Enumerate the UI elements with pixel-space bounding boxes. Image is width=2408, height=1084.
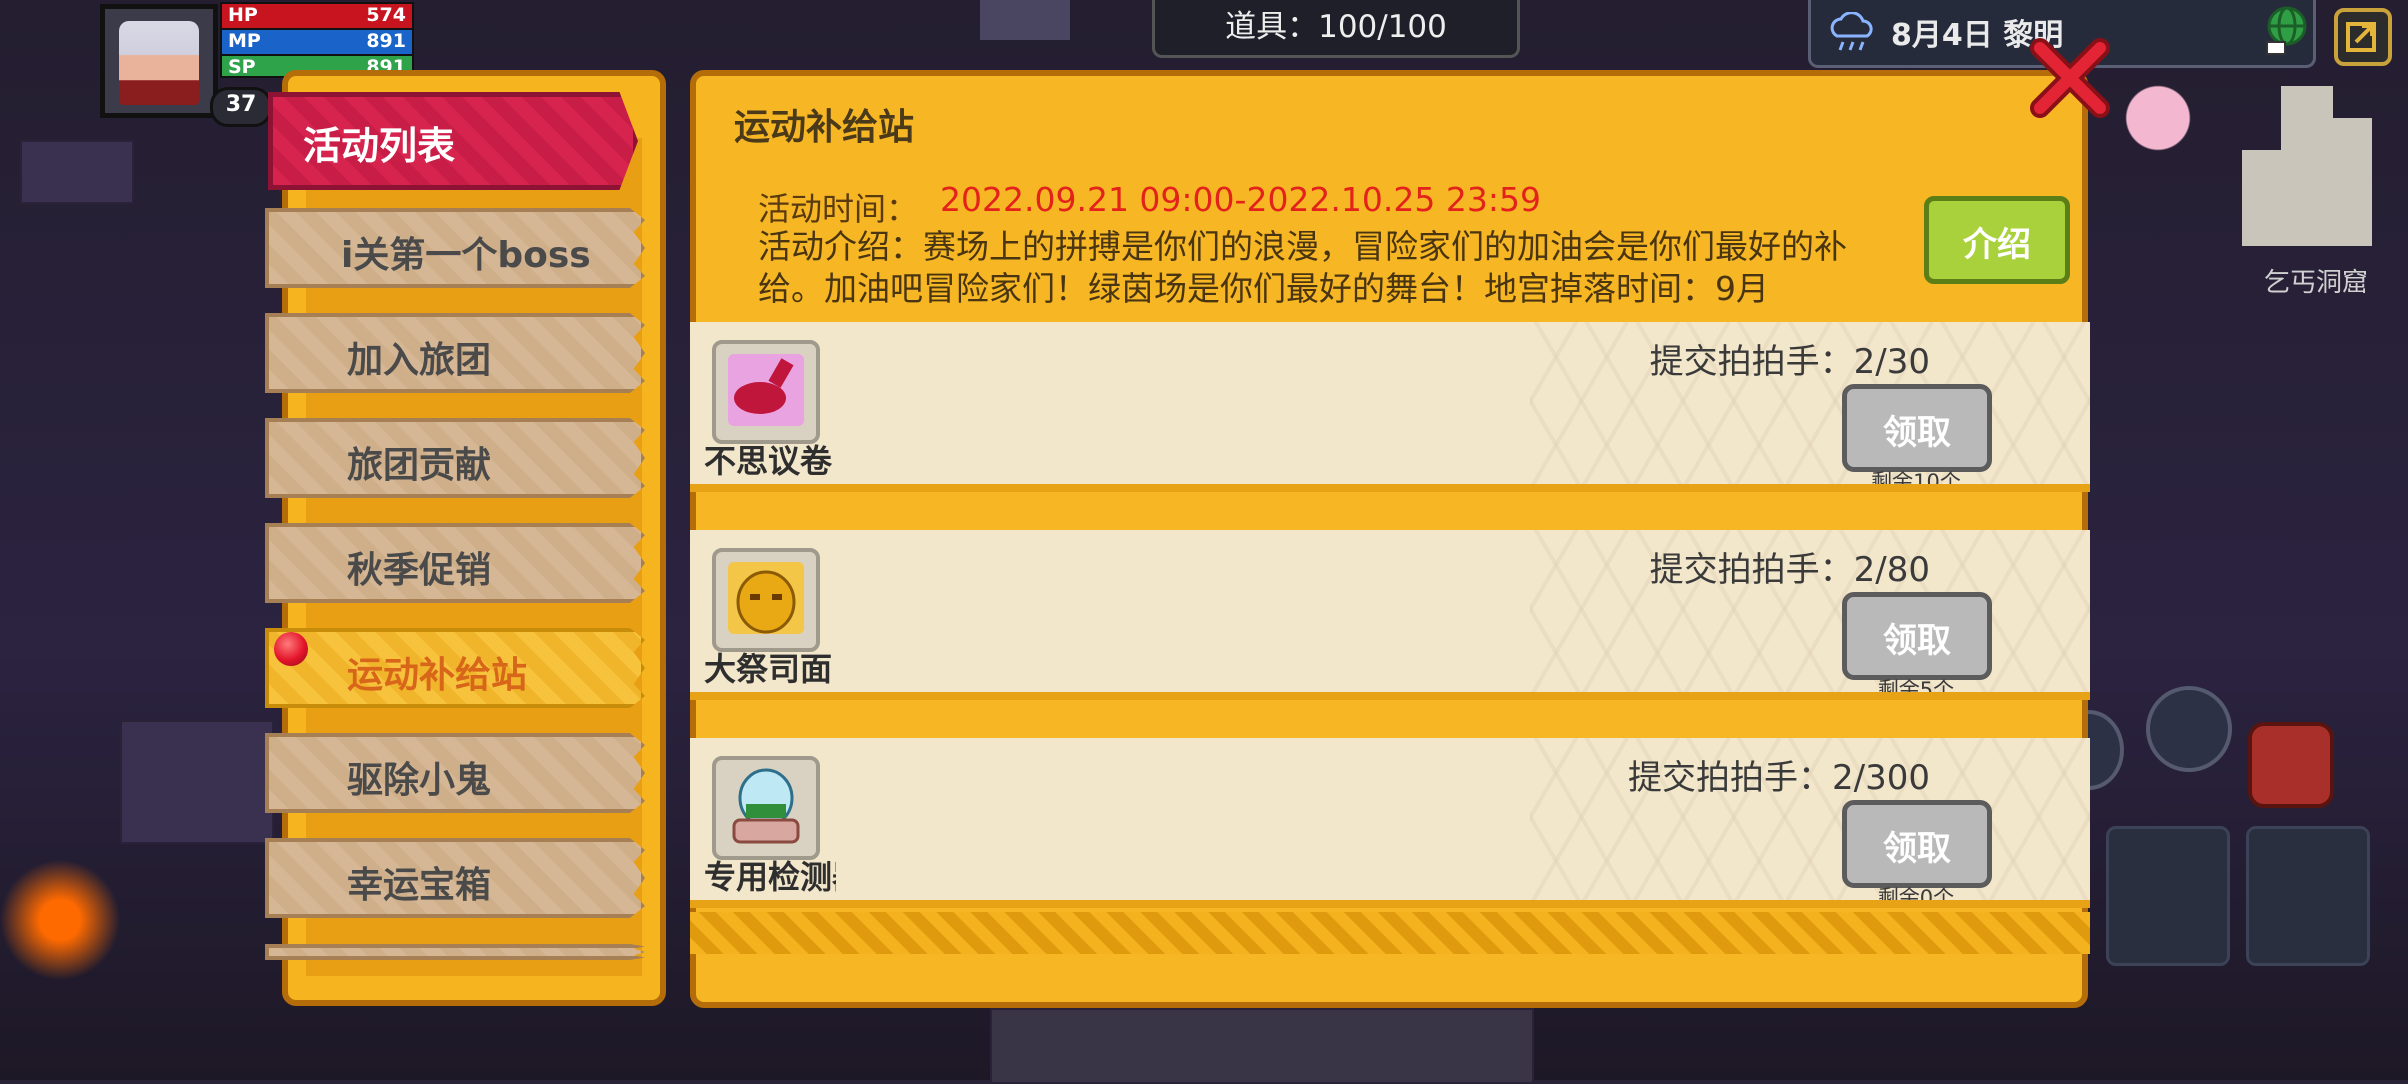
event-title: 运动补给站 bbox=[734, 107, 915, 148]
activity-item-drive-ghosts[interactable]: 驱除小鬼 bbox=[265, 733, 645, 813]
event-description: 活动介绍：赛场上的拼搏是你们的浪漫，冒险家们的加油会是你们最好的补给。加油吧冒险… bbox=[758, 227, 1847, 308]
intro-button-label: 介绍 bbox=[1963, 225, 2031, 265]
activity-item-label: 驱除小鬼 bbox=[347, 760, 492, 801]
activity-list-title: 活动列表 bbox=[268, 92, 638, 190]
rain-cloud-icon bbox=[1830, 12, 1873, 51]
remaining-count: 剩余10个 bbox=[1871, 470, 1961, 492]
minimap-location-label: 乞丐洞窟 bbox=[2264, 268, 2369, 298]
event-time-value: 2022.09.21 09:00-2022.10.25 23:59 bbox=[940, 180, 1541, 219]
activity-item-label: i关第一个boss bbox=[341, 235, 591, 276]
activity-list-title-text: 活动列表 bbox=[303, 124, 456, 168]
mp-bar: MP 891 bbox=[220, 28, 414, 56]
mp-value: 891 bbox=[366, 30, 406, 52]
remaining-count: 剩余5个 bbox=[1877, 678, 1955, 700]
submit-progress: 提交拍拍手：2/300 bbox=[1628, 758, 1930, 798]
player-level-badge: 37 bbox=[210, 87, 272, 127]
activity-item-join-guild[interactable]: 加入旅团 bbox=[265, 313, 645, 393]
reward-item-name: 大祭司面! bbox=[704, 650, 836, 688]
panel-footer-pattern bbox=[690, 912, 2090, 954]
activity-item-partial[interactable] bbox=[265, 944, 645, 960]
claim-button[interactable]: 领取 bbox=[1842, 384, 1992, 472]
exit-icon bbox=[2346, 22, 2376, 52]
reward-row: 不思议卷! 提交拍拍手：2/30 领取 剩余10个 bbox=[690, 322, 2090, 492]
sword-slot-icon[interactable] bbox=[2106, 826, 2230, 966]
detector-icon[interactable] bbox=[712, 756, 820, 860]
scroll-icon[interactable] bbox=[712, 340, 820, 444]
fire-skill-icon[interactable] bbox=[2248, 722, 2334, 808]
floor-tile bbox=[20, 140, 134, 204]
activity-item-label: 秋季促销 bbox=[347, 550, 492, 591]
reward-item-name: 不思议卷! bbox=[704, 442, 836, 480]
mp-label: MP bbox=[228, 30, 261, 52]
npc-character[interactable] bbox=[2110, 74, 2206, 184]
submit-progress: 提交拍拍手：2/80 bbox=[1649, 550, 1930, 590]
submit-progress: 提交拍拍手：2/30 bbox=[1649, 342, 1930, 382]
swap-icon[interactable] bbox=[2146, 686, 2232, 772]
notification-dot bbox=[274, 632, 308, 666]
activity-item-lucky-chest[interactable]: 幸运宝箱 bbox=[265, 838, 645, 918]
hp-value: 574 bbox=[366, 4, 406, 26]
reward-item-name: 专用检测器 bbox=[704, 858, 836, 896]
activity-item-guild-contribution[interactable]: 旅团贡献 bbox=[265, 418, 645, 498]
activity-item-label: 旅团贡献 bbox=[347, 445, 492, 486]
exit-button[interactable] bbox=[2334, 8, 2392, 66]
reward-row: 大祭司面! 提交拍拍手：2/80 领取 剩余5个 bbox=[690, 530, 2090, 700]
event-time-label: 活动时间： bbox=[758, 190, 919, 228]
hp-bar: HP 574 bbox=[220, 2, 414, 30]
claim-button[interactable]: 领取 bbox=[1842, 800, 1992, 888]
remaining-count: 剩余0个 bbox=[1877, 886, 1955, 908]
floor-tile bbox=[120, 720, 274, 844]
intro-button[interactable]: 介绍 bbox=[1924, 196, 2070, 284]
claim-button[interactable]: 领取 bbox=[1842, 592, 1992, 680]
claim-button-label: 领取 bbox=[1883, 829, 1951, 869]
activity-item-sports-supply[interactable]: 运动补给站 bbox=[265, 628, 645, 708]
activity-item-label: 幸运宝箱 bbox=[347, 865, 492, 906]
inventory-count[interactable]: 道具：100/100 bbox=[1152, 0, 1520, 58]
floor-tile bbox=[990, 1008, 1534, 1084]
activity-item-autumn-sale[interactable]: 秋季促销 bbox=[265, 523, 645, 603]
activity-item-label: 加入旅团 bbox=[347, 340, 492, 381]
sp-label: SP bbox=[228, 56, 256, 78]
wall-tile bbox=[980, 0, 1070, 40]
activity-item-first-boss[interactable]: i关第一个boss bbox=[265, 208, 645, 288]
claim-button-label: 领取 bbox=[1883, 413, 1951, 453]
network-globe-icon[interactable] bbox=[2263, 4, 2311, 56]
avatar-portrait bbox=[119, 21, 199, 105]
claim-button-label: 领取 bbox=[1883, 621, 1951, 661]
priest-mask-icon[interactable] bbox=[712, 548, 820, 652]
hp-label: HP bbox=[228, 4, 258, 26]
reward-row: 专用检测器 提交拍拍手：2/300 领取 剩余0个 bbox=[690, 738, 2090, 908]
player-avatar[interactable] bbox=[100, 4, 218, 118]
bow-slot-icon[interactable] bbox=[2246, 826, 2370, 966]
activity-item-label: 运动补给站 bbox=[347, 655, 528, 696]
close-icon[interactable] bbox=[2028, 36, 2112, 120]
